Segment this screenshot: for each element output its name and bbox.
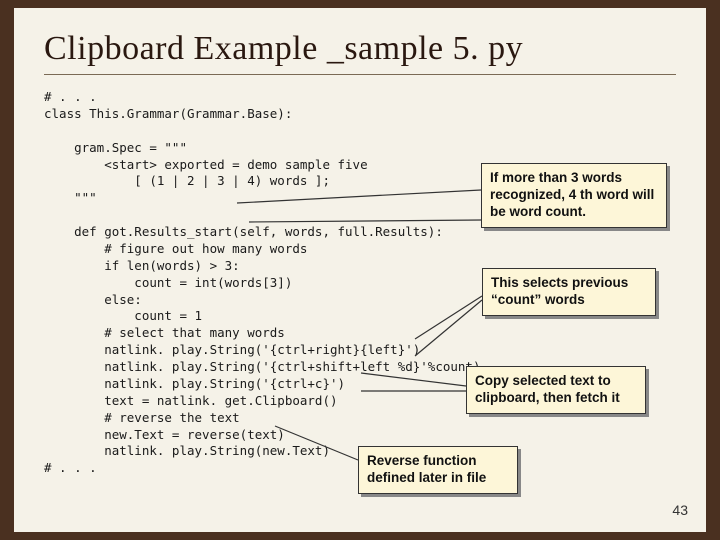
slide-title: Clipboard Example _sample 5. py [44, 30, 676, 68]
callout-reverse-func: Reverse function defined later in file [358, 446, 518, 494]
title-rule [44, 74, 676, 75]
callout-select-previous: This selects previous “count” words [482, 268, 656, 316]
slide: Clipboard Example _sample 5. py # . . . … [14, 8, 706, 532]
callout-word-count: If more than 3 words recognized, 4 th wo… [481, 163, 667, 228]
slide-number: 43 [672, 502, 688, 518]
callout-copy-clipboard: Copy selected text to clipboard, then fe… [466, 366, 646, 414]
